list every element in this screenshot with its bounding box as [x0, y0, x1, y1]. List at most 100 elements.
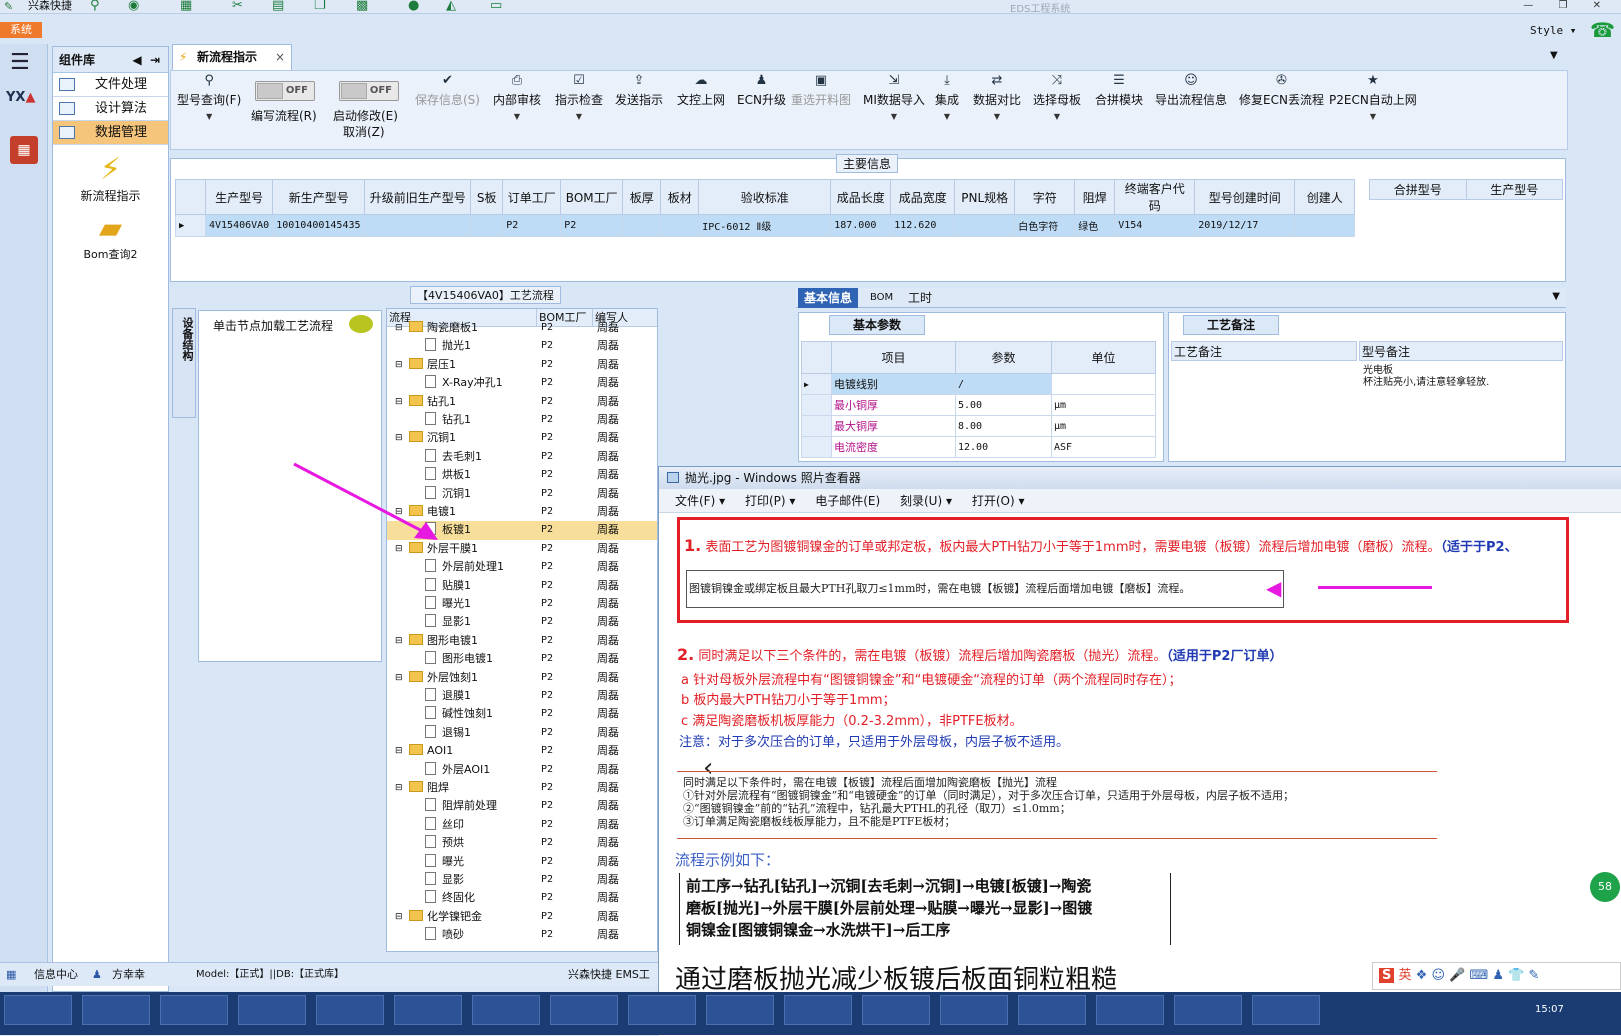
table-cell[interactable]: 5.00: [955, 394, 1052, 416]
table-cell[interactable]: [660, 214, 700, 237]
ime-lang[interactable]: 英: [1399, 968, 1412, 983]
data-compare-button[interactable]: ⇄ 数据对比 ▼: [973, 73, 1021, 121]
taskbar-item[interactable]: [1252, 995, 1320, 1025]
chevron-down-icon[interactable]: ▼: [1550, 50, 1558, 61]
tree-row[interactable]: ⊟层压1P2周磊李婷已审核: [387, 356, 657, 374]
column-header[interactable]: 创建人: [1294, 179, 1356, 215]
table-cell[interactable]: 12.00: [955, 436, 1052, 458]
taskbar-item[interactable]: [784, 995, 852, 1025]
table-cell[interactable]: 电流密度: [831, 436, 956, 458]
table-cell[interactable]: [954, 214, 1016, 237]
chart-icon[interactable]: ◭: [446, 0, 468, 13]
bom-query-shortcut[interactable]: ▰ Bom查询2: [53, 212, 168, 262]
tab-new-flow[interactable]: ⚡ 新流程指示 ×: [172, 44, 292, 70]
save-info-button[interactable]: ✔ 保存信息(S): [415, 73, 480, 108]
table-cell[interactable]: μm: [1051, 394, 1156, 416]
taskbar-item[interactable]: [160, 995, 228, 1025]
globe-icon[interactable]: ◉: [128, 0, 150, 13]
info-center[interactable]: 信息中心: [34, 963, 78, 987]
menu-icon[interactable]: ☰: [10, 50, 30, 75]
table-cell[interactable]: 最小铜厚: [831, 394, 956, 416]
table-cell[interactable]: 4V15406VA0: [204, 214, 274, 237]
collapse-icon[interactable]: ⊟: [395, 908, 403, 926]
column-header[interactable]: 板厚: [622, 179, 662, 215]
merge-module-button[interactable]: ☰ 合拼模块: [1095, 73, 1143, 108]
collapse-icon[interactable]: ⊟: [395, 356, 403, 374]
tree-row[interactable]: 喷砂 P2 周磊: [387, 926, 657, 944]
table-cell[interactable]: 绿色: [1074, 214, 1116, 237]
column-header[interactable]: BOM工厂: [560, 179, 624, 215]
start-edit-toggle[interactable]: OFF: [339, 81, 399, 101]
taskbar-item[interactable]: [628, 995, 696, 1025]
apps-icon[interactable]: ▩: [356, 0, 378, 13]
tree-row[interactable]: 退膜1 P2 周磊: [387, 687, 657, 705]
column-header[interactable]: 订单工厂: [502, 179, 562, 215]
collapse-icon[interactable]: ⊟: [395, 429, 403, 447]
taskbar-item[interactable]: [82, 995, 150, 1025]
close-icon[interactable]: ✕: [1593, 0, 1601, 11]
tab-process-remark[interactable]: 工艺备注: [1183, 315, 1279, 335]
tree-row[interactable]: 丝印 P2 周磊: [387, 816, 657, 834]
table-icon[interactable]: ▤: [272, 0, 294, 13]
table-cell[interactable]: [470, 214, 504, 237]
menu-file[interactable]: 文件(F) ▾: [675, 494, 725, 508]
taskbar-item[interactable]: [394, 995, 462, 1025]
column-header[interactable]: 生产型号: [1465, 179, 1563, 200]
cancel-label[interactable]: 取消(Z): [343, 123, 385, 140]
send-instruction-button[interactable]: ⇪ 发送指示: [615, 73, 663, 108]
collapse-icon[interactable]: ⊟: [395, 393, 403, 411]
table-cell[interactable]: P2: [560, 214, 624, 237]
tree-row[interactable]: ⊟ AOI1 P2 周磊: [387, 742, 657, 760]
column-header[interactable]: 项目: [831, 341, 956, 374]
scissors-icon[interactable]: ✂: [232, 0, 254, 13]
taskbar-item[interactable]: [550, 995, 618, 1025]
taskbar-item[interactable]: [1174, 995, 1242, 1025]
taskbar-item[interactable]: [472, 995, 540, 1025]
table-cell[interactable]: [364, 214, 472, 237]
column-header[interactable]: 新生产型号: [272, 179, 366, 215]
table-cell[interactable]: [622, 214, 662, 237]
tree-row[interactable]: 外层前处理1 P2 周磊: [387, 558, 657, 576]
table-cell[interactable]: P2: [502, 214, 562, 237]
tree-row[interactable]: 贴膜1 P2 周磊: [387, 577, 657, 595]
table-cell[interactable]: [1294, 214, 1356, 237]
column-header[interactable]: 生产型号: [204, 179, 274, 215]
column-header[interactable]: PNL规格: [954, 179, 1016, 215]
tree-row[interactable]: X-Ray冲孔1P2周磊李婷已审核: [387, 374, 657, 392]
collapse-icon[interactable]: ⊟: [395, 319, 403, 337]
tree-row[interactable]: 钻孔1P2周磊李婷已审核: [387, 411, 657, 429]
grid-icon[interactable]: ▦: [180, 0, 202, 13]
tree-row[interactable]: 阻焊前处理 P2 周磊: [387, 797, 657, 815]
model-query-button[interactable]: ⚲ 型号查询(F) ▼: [177, 73, 241, 121]
collapse-icon[interactable]: ⊟: [395, 779, 403, 797]
tree-row[interactable]: 显影 P2 周磊: [387, 871, 657, 889]
table-cell[interactable]: ASF: [1051, 436, 1156, 458]
table-cell[interactable]: V154: [1114, 214, 1196, 237]
sidebar-item-design[interactable]: 设计算法: [53, 97, 168, 121]
chevron-down-icon[interactable]: ▼: [1552, 291, 1560, 302]
export-flow-button[interactable]: ☺ 导出流程信息: [1155, 73, 1227, 108]
table-cell[interactable]: 电镀线别: [831, 373, 956, 395]
column-header[interactable]: 型号创建时间: [1194, 179, 1296, 215]
tree-row[interactable]: ⊟陶瓷磨板1P2周磊李婷已审核: [387, 319, 657, 337]
minimize-icon[interactable]: —: [1523, 0, 1533, 11]
mi-import-button[interactable]: ⇲ MI数据导入 ▼: [863, 73, 925, 121]
tree-row[interactable]: 抛光1P2周磊李婷已审核: [387, 337, 657, 355]
table-cell[interactable]: 10010400145435: [272, 214, 366, 237]
column-header[interactable]: 阻焊: [1074, 179, 1116, 215]
tab-basic-info[interactable]: 基本信息: [798, 288, 859, 308]
tree-row[interactable]: 碱性蚀刻1 P2 周磊: [387, 705, 657, 723]
reselect-cut-button[interactable]: ▣ 重选开料图: [791, 73, 851, 108]
collapse-icon[interactable]: ⊟: [395, 632, 403, 650]
table-cell[interactable]: /: [955, 373, 1052, 395]
table-cell[interactable]: 8.00: [955, 415, 1052, 437]
column-header[interactable]: 合拼型号: [1369, 179, 1467, 200]
tree-row[interactable]: ⊟钻孔1P2周磊李婷已审核: [387, 393, 657, 411]
taskbar-item[interactable]: [1096, 995, 1164, 1025]
copy-icon[interactable]: ❐: [314, 0, 336, 13]
column-header[interactable]: 成品宽度: [890, 179, 956, 215]
monitor-icon[interactable]: ▭: [490, 0, 512, 13]
column-header[interactable]: 终端客户代码: [1114, 179, 1196, 215]
write-flow-toggle[interactable]: OFF: [255, 81, 315, 101]
menu-burn[interactable]: 刻录(U) ▾: [900, 494, 952, 508]
